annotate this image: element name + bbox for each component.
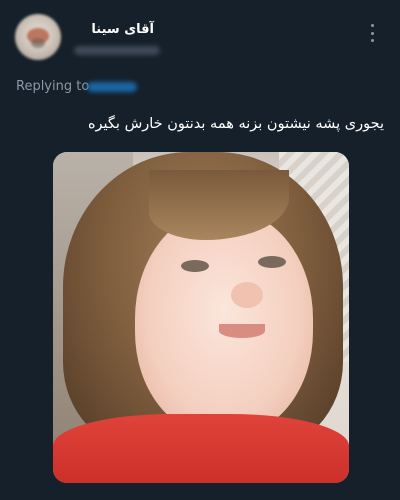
author-display-name[interactable]: آقای سینا — [70, 22, 154, 37]
tweet-photo[interactable] — [53, 152, 349, 483]
reply-to-handle-blurred[interactable] — [87, 82, 137, 92]
avatar[interactable] — [15, 14, 61, 60]
author-handle-blurred[interactable] — [74, 46, 160, 55]
tweet-text: یجوری پشه نیشتون بزنه همه بدنتون خارش بگ… — [87, 116, 384, 132]
photo-face — [135, 210, 313, 436]
photo-left-eye — [181, 260, 209, 272]
photo-mouth — [219, 324, 265, 338]
photo-red-shirt — [53, 414, 349, 483]
photo-right-eye — [258, 256, 286, 268]
replying-to-label: Replying to — [16, 79, 90, 94]
more-options-icon[interactable] — [362, 22, 382, 44]
tweet: آقای سینا Replying to یجوری پشه نیشتون ب… — [0, 0, 400, 500]
photo-nose — [231, 282, 263, 308]
avatar-shape-2 — [31, 38, 45, 48]
